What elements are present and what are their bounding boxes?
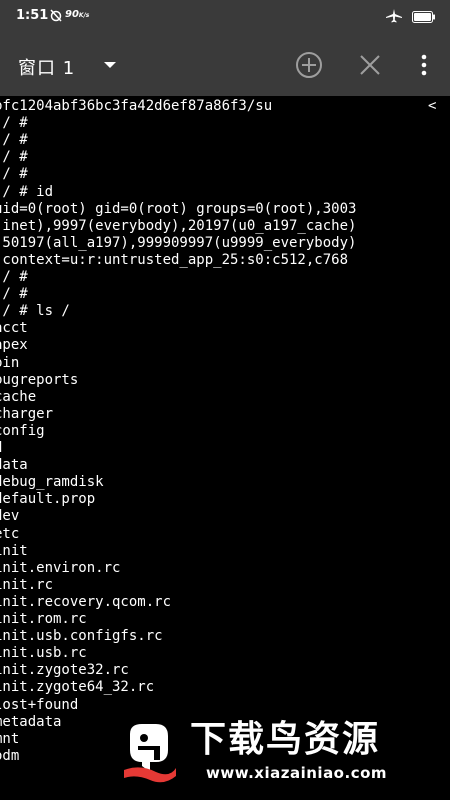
terminal-line: :/ # <box>0 166 28 183</box>
terminal-line: mnt <box>0 730 20 747</box>
terminal-line: init.usb.rc <box>0 645 87 662</box>
add-window-button[interactable] <box>294 50 324 80</box>
terminal-line: init.rc <box>0 576 54 593</box>
terminal-line: ,50197(all_a197),999909997(u9999_everybo… <box>0 234 357 251</box>
terminal-line: lost+found <box>0 696 79 713</box>
screen: 1:51 90K/s 窗口 1 < bfc1204abf36bc3fa42d6e… <box>0 0 450 800</box>
terminal-line: dev <box>0 508 20 525</box>
overflow-menu-button[interactable] <box>409 50 439 80</box>
watermark-title: 下载鸟资源 <box>190 719 381 760</box>
terminal-line: data <box>0 457 28 474</box>
scroll-marker: < <box>428 98 437 114</box>
network-speed-value: 90 <box>65 9 79 20</box>
battery-icon <box>412 8 436 27</box>
terminal-line: metadata <box>0 713 62 730</box>
terminal-line: (inet),9997(everybody),20197(u0_a197_cac… <box>0 217 357 234</box>
terminal-line: bfc1204abf36bc3fa42d6ef87a86f3/su <box>0 98 273 114</box>
terminal-view[interactable]: < bfc1204abf36bc3fa42d6ef87a86f3/su:/ #:… <box>0 96 450 800</box>
terminal-line: uid=0(root) gid=0(root) groups=0(root),3… <box>0 200 357 217</box>
terminal-line: bugreports <box>0 371 79 388</box>
status-bar: 1:51 90K/s <box>0 0 450 34</box>
terminal-line: init.rom.rc <box>0 611 87 627</box>
terminal-line: etc <box>0 525 20 542</box>
terminal-line: apex <box>0 337 28 354</box>
network-speed: 90K/s <box>65 9 89 20</box>
terminal-line: charger <box>0 405 54 422</box>
bird-logo-icon <box>124 724 176 783</box>
terminal-line: init.environ.rc <box>0 559 121 576</box>
more-vert-icon <box>421 54 427 76</box>
terminal-line: :/ # <box>0 286 28 303</box>
terminal-line: d <box>0 440 2 457</box>
terminal-line: bin <box>0 354 20 371</box>
terminal-line: init.zygote32.rc <box>0 662 129 679</box>
network-speed-unit: K/s <box>78 12 90 19</box>
terminal-line: config <box>0 422 45 439</box>
add-circle-icon <box>296 52 322 78</box>
terminal-line: init.recovery.qcom.rc <box>0 593 172 610</box>
terminal-line: :/ # <box>0 149 28 166</box>
terminal-line: default.prop <box>0 491 96 508</box>
close-icon <box>360 55 380 75</box>
airplane-icon <box>386 8 402 27</box>
terminal-line: :/ # ls / <box>0 303 70 320</box>
app-bar: 窗口 1 <box>0 34 450 96</box>
close-window-button[interactable] <box>355 50 385 80</box>
terminal-line: acct <box>0 320 28 337</box>
terminal-line: debug_ramdisk <box>0 474 104 491</box>
terminal-line: cache <box>0 388 37 405</box>
terminal-line: init <box>0 542 28 559</box>
terminal-line: init.zygote64_32.rc <box>0 679 155 696</box>
terminal-line: :/ # id <box>0 183 54 200</box>
terminal-line: :/ # <box>0 115 28 132</box>
terminal-line: init.usb.configfs.rc <box>0 628 163 645</box>
dropdown-arrow-icon[interactable] <box>104 62 116 68</box>
status-icons-right <box>386 8 436 27</box>
watermark: 下载鸟资源 www.xiazainiao.com <box>118 714 430 790</box>
terminal-line: :/ # <box>0 269 28 285</box>
terminal-line: odm <box>0 747 20 764</box>
watermark-url: www.xiazainiao.com <box>206 764 388 782</box>
alarm-off-icon <box>50 8 62 25</box>
terminal-line: :/ # <box>0 132 28 149</box>
status-time: 1:51 <box>16 8 49 23</box>
terminal-line: context=u:r:untrusted_app_25:s0:c512,c76… <box>0 251 349 268</box>
window-selector-title[interactable]: 窗口 1 <box>18 54 75 80</box>
